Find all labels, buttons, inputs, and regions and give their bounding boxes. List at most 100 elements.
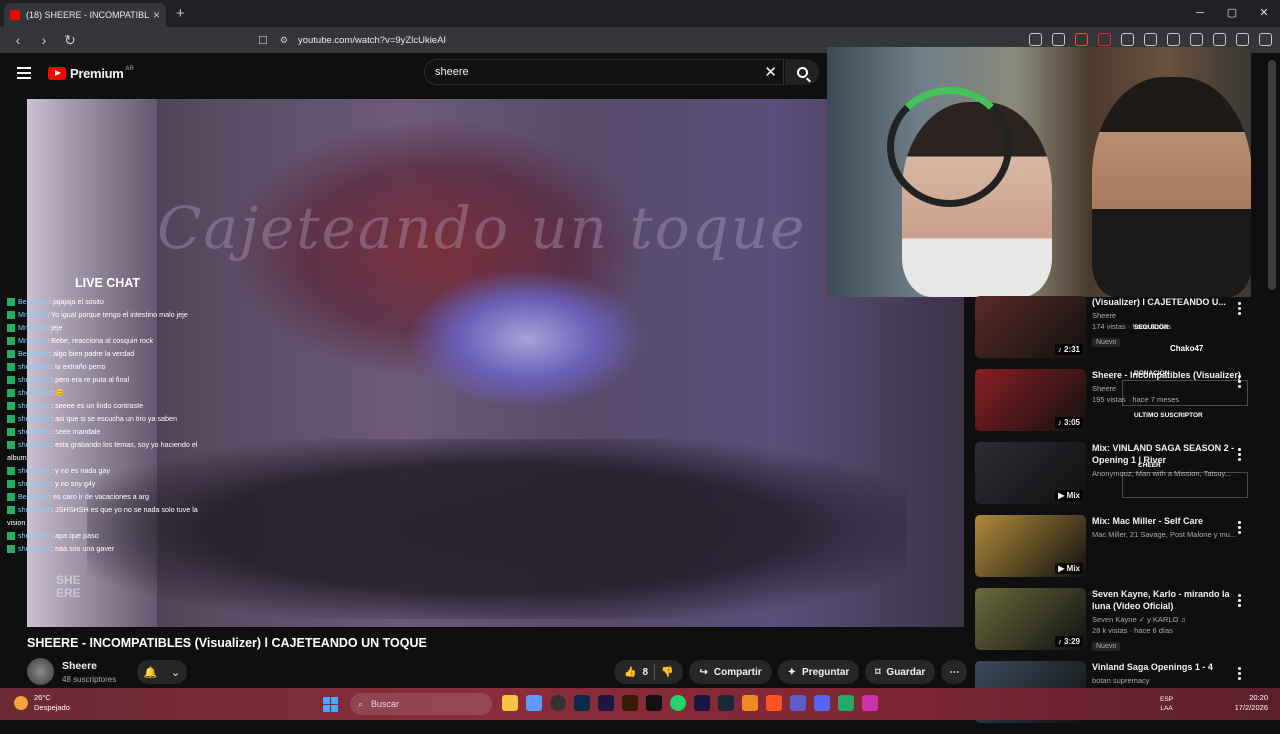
chat-username[interactable]: sheereflac — [18, 505, 51, 514]
capcut-icon[interactable] — [646, 695, 662, 711]
rewards-icon[interactable] — [1098, 33, 1111, 46]
vpn-icon[interactable] — [1236, 33, 1249, 46]
related-video[interactable]: ♪ 3:29 Seven Kayne, Karlo - mirando la lu… — [975, 588, 1253, 661]
search-button[interactable] — [785, 59, 819, 85]
related-channel[interactable]: Seven Kayne ✓ y KARLO ♫ — [1092, 615, 1242, 624]
save-button[interactable]: ⌑ Guardar — [865, 660, 936, 684]
vlc-icon[interactable] — [742, 695, 758, 711]
chat-username[interactable]: sheereflac — [18, 466, 51, 475]
wallet-icon[interactable] — [1190, 33, 1203, 46]
leo-icon[interactable] — [1213, 33, 1226, 46]
video-thumbnail[interactable]: ♪ 3:29 — [975, 588, 1086, 650]
taskbar-search[interactable]: ⌕ Buscar — [350, 693, 492, 715]
close-tab-icon[interactable]: × — [153, 8, 160, 22]
whatsapp-icon[interactable] — [670, 695, 686, 711]
scrollbar[interactable] — [1268, 60, 1276, 290]
back-icon[interactable]: ‹ — [10, 32, 26, 48]
more-options-icon[interactable] — [1238, 594, 1241, 609]
copilot-icon[interactable] — [526, 695, 542, 711]
illustrator-icon[interactable] — [622, 695, 638, 711]
discord-icon[interactable] — [814, 695, 830, 711]
chat-username[interactable]: Benjichuy — [18, 297, 49, 306]
chat-username[interactable]: sheereflac — [18, 414, 51, 423]
video-thumbnail[interactable]: ▶ Mix — [975, 442, 1086, 504]
video-thumbnail[interactable]: ♪ 3:05 — [975, 369, 1086, 431]
site-info-icon[interactable]: ⚙ — [280, 35, 288, 46]
related-title[interactable]: Mix: Mac Miller - Self Care — [1092, 515, 1242, 527]
chat-username[interactable]: sheereflac — [18, 375, 51, 384]
sidebar-icon[interactable] — [1121, 33, 1134, 46]
channel-avatar[interactable] — [27, 658, 54, 685]
more-options-icon[interactable] — [1238, 448, 1241, 463]
chat-username[interactable]: Benjichuy — [18, 492, 49, 501]
chat-username[interactable]: sheereflac — [18, 531, 51, 540]
more-actions-button[interactable]: ⋯ — [941, 660, 968, 684]
notification-bell-button[interactable]: 🔔 ⌄ — [137, 660, 187, 684]
related-title[interactable]: Vinland Saga Openings 1 - 4 — [1092, 661, 1242, 673]
chat-username[interactable]: sheereflac — [18, 440, 51, 449]
tool-icon[interactable] — [862, 695, 878, 711]
related-title[interactable]: Mix: VINLAND SAGA SEASON 2 - Opening 1 |… — [1092, 442, 1242, 466]
language-indicator[interactable]: ESP LAA — [1160, 695, 1173, 713]
related-video[interactable]: ▶ Mix Mix: Mac Miller - Self Care Mac Mill… — [975, 515, 1253, 588]
clock[interactable]: 20:20 17/2/2026 — [1235, 693, 1268, 713]
hamburger-menu-icon[interactable] — [17, 64, 31, 82]
chat-username[interactable]: sheereflac — [18, 362, 51, 371]
more-options-icon[interactable] — [1238, 302, 1241, 317]
new-tab-button[interactable]: + — [176, 5, 185, 22]
thumbs-up-icon: 👍 — [624, 666, 637, 678]
ask-button[interactable]: ✦ Preguntar — [777, 660, 860, 684]
weather-widget[interactable]: 26°C Despejado — [14, 693, 70, 713]
related-channel[interactable]: Mac Miller, 21 Savage, Post Malone y mu.… — [1092, 530, 1242, 539]
chat-username[interactable]: Mrkpsion — [18, 336, 47, 345]
clear-search-icon[interactable]: ✕ — [764, 63, 777, 81]
chat-username[interactable]: sheereflac — [18, 479, 51, 488]
chat-username[interactable]: sheereflac — [18, 401, 51, 410]
youtube-play-icon — [48, 66, 66, 80]
video-thumbnail[interactable]: ♪ 2:31 — [975, 296, 1086, 358]
chat-username[interactable]: sheereflac — [18, 544, 51, 553]
panel-icon[interactable] — [1167, 33, 1180, 46]
chat-username[interactable]: Benjichuy — [18, 349, 49, 358]
related-title[interactable]: Seven Kayne, Karlo - mirando la luna (Vi… — [1092, 588, 1242, 612]
windows-start-icon[interactable] — [323, 697, 338, 712]
more-options-icon[interactable] — [1238, 521, 1241, 536]
teams-icon[interactable] — [790, 695, 806, 711]
music-icon[interactable] — [1144, 33, 1157, 46]
app-icon[interactable] — [838, 695, 854, 711]
chat-username[interactable]: sheereflac — [18, 427, 51, 436]
chat-username[interactable]: Mrkpsion — [18, 310, 47, 319]
search-input[interactable]: sheere ✕ — [424, 59, 784, 85]
related-title[interactable]: (Visualizer) l CAJETEANDO U... — [1092, 296, 1242, 308]
share-button[interactable]: ↪ Compartir — [689, 660, 772, 684]
premiere-icon[interactable] — [598, 695, 614, 711]
related-channel[interactable]: botan supremacy — [1092, 676, 1242, 685]
channel-name[interactable]: Sheere — [62, 660, 116, 672]
brave-icon[interactable] — [766, 695, 782, 711]
related-video[interactable]: ♪ 2:31 (Visualizer) l CAJETEANDO U... Shee… — [975, 296, 1253, 369]
related-channel[interactable]: Sheere — [1092, 311, 1242, 320]
chat-username[interactable]: sheereflac — [18, 388, 51, 397]
share-icon[interactable] — [1052, 33, 1065, 46]
browser-tab[interactable]: (18) SHEERE - INCOMPATIBLES (V × — [4, 3, 166, 27]
close-window-button[interactable]: ✕ — [1248, 0, 1280, 27]
minimize-button[interactable]: ─ — [1184, 0, 1216, 27]
photoshop-icon[interactable] — [574, 695, 590, 711]
forward-icon[interactable]: › — [36, 32, 52, 48]
thumbs-down-icon[interactable]: 👎 — [661, 667, 673, 678]
after-effects-icon[interactable] — [694, 695, 710, 711]
brave-shield-icon[interactable] — [1075, 33, 1088, 46]
video-thumbnail[interactable]: ▶ Mix — [975, 515, 1086, 577]
menu-icon[interactable] — [1259, 33, 1272, 46]
file-explorer-icon[interactable] — [502, 695, 518, 711]
like-button[interactable]: 👍 8 👎 — [614, 660, 684, 684]
more-options-icon[interactable] — [1238, 667, 1241, 682]
bookmark-icon[interactable]: ☐ — [258, 34, 268, 47]
steam-icon[interactable] — [718, 695, 734, 711]
youtube-logo[interactable]: Premium AR — [48, 66, 134, 81]
reload-icon[interactable]: ↻ — [62, 32, 78, 49]
cast-icon[interactable] — [1029, 33, 1042, 46]
chat-username[interactable]: Mrkpsion — [18, 323, 47, 332]
obs-icon[interactable] — [550, 695, 566, 711]
maximize-button[interactable]: ▢ — [1216, 0, 1248, 27]
